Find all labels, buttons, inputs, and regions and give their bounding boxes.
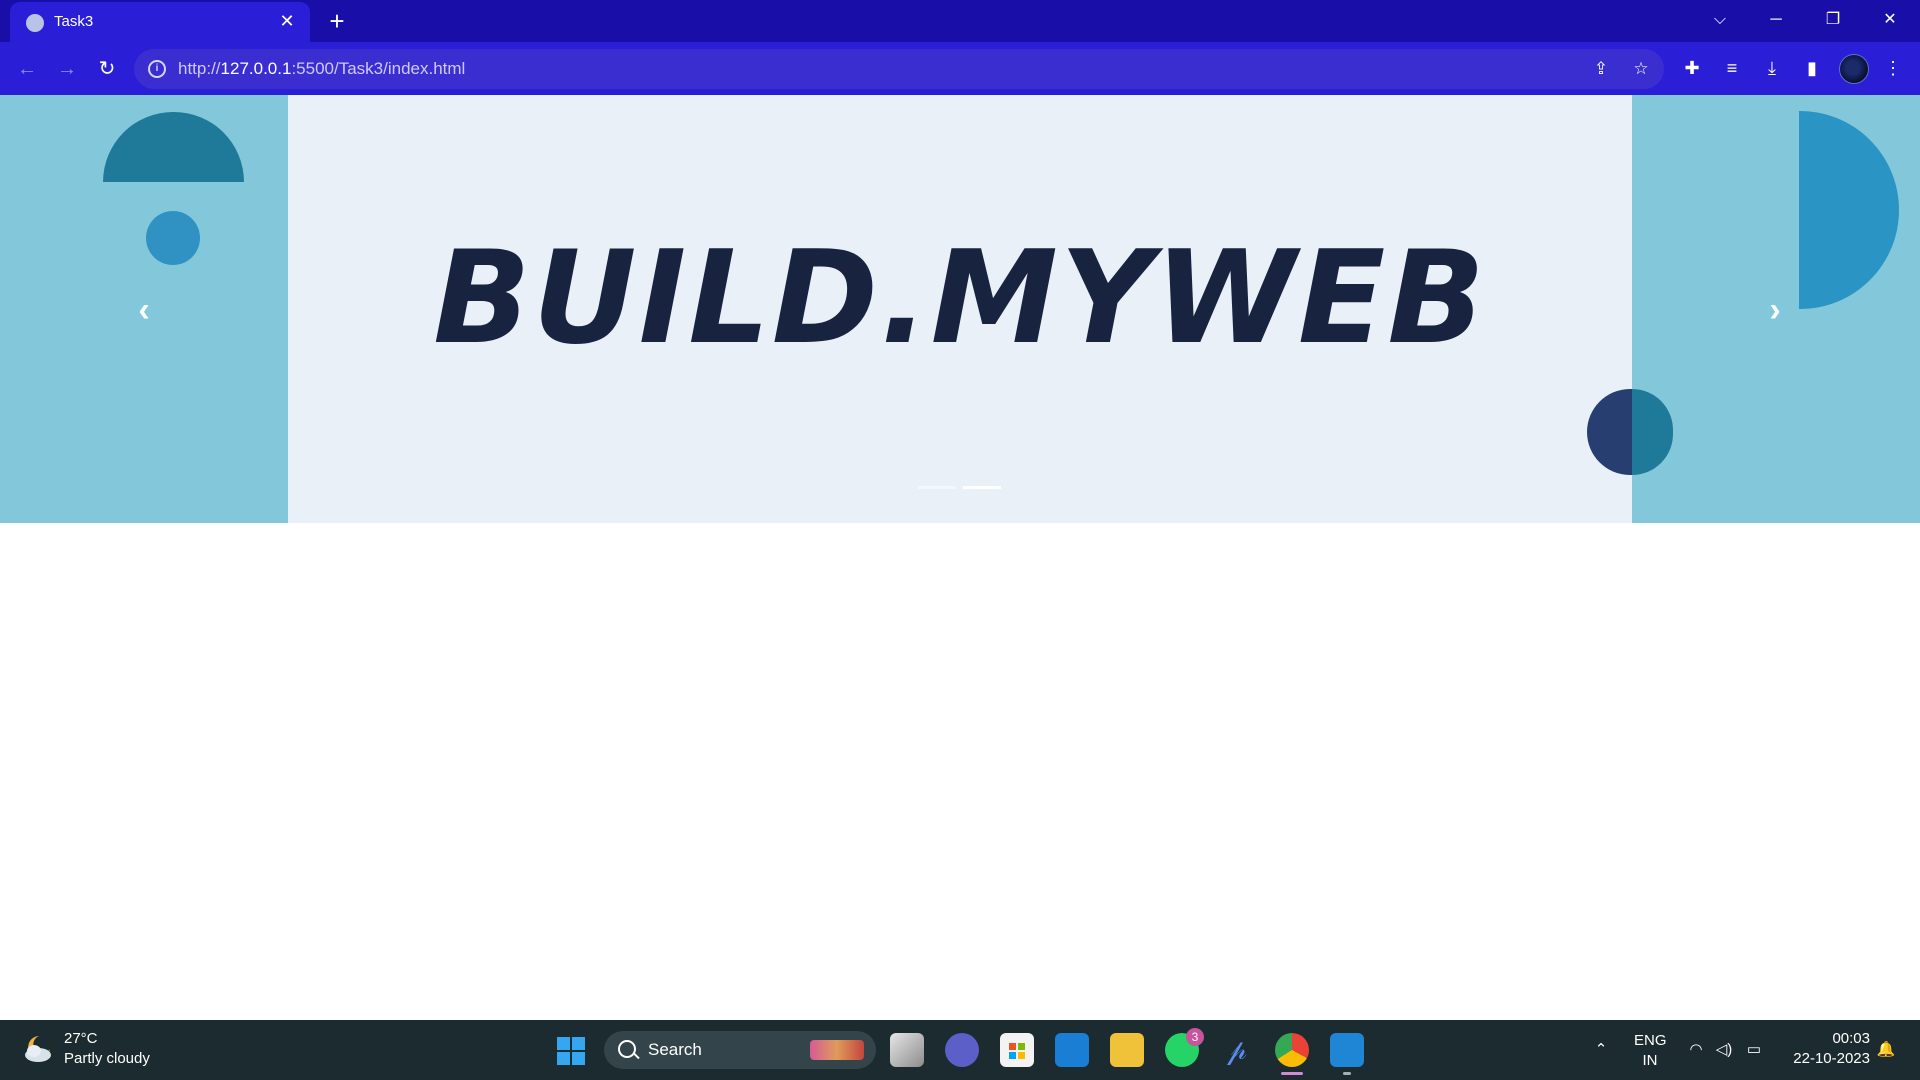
carousel-next-button[interactable]: › (1755, 290, 1795, 330)
partly-cloudy-icon[interactable] (22, 1032, 56, 1066)
new-tab-button[interactable]: + (322, 7, 352, 37)
region-indicator[interactable]: IN (1634, 1052, 1666, 1069)
search-highlight-icon (810, 1040, 864, 1060)
clock-date[interactable]: 22-10-2023 (1780, 1050, 1870, 1067)
browser-toolbar: ← → ↻ i http://127.0.0.1:5500/Task3/inde… (0, 42, 1920, 95)
file-explorer-icon[interactable] (1110, 1033, 1144, 1067)
url-text[interactable]: http://127.0.0.1:5500/Task3/index.html (178, 59, 465, 79)
forward-button[interactable]: → (52, 54, 82, 84)
microsoft-store-icon[interactable] (1000, 1033, 1034, 1067)
restore-button[interactable]: ❐ (1813, 6, 1853, 34)
url-scheme: http:// (178, 59, 221, 78)
bookmark-star-icon[interactable]: ☆ (1630, 58, 1652, 80)
download-icon[interactable]: ⤓ (1759, 55, 1785, 81)
taskbar-search[interactable]: Search (604, 1031, 876, 1069)
decor-half-circle-right (1799, 111, 1899, 309)
windows-start-icon[interactable] (556, 1036, 586, 1066)
carousel-indicator-1[interactable] (918, 486, 956, 489)
close-window-button[interactable]: ✕ (1870, 6, 1910, 34)
url-path: :5500/Task3/index.html (291, 59, 466, 78)
carousel-prev-button[interactable]: ‹ (124, 290, 164, 330)
decor-small-circle (146, 211, 200, 265)
vscode-running-indicator (1343, 1072, 1351, 1075)
search-icon (618, 1040, 636, 1058)
language-indicator[interactable]: ENG (1634, 1032, 1667, 1049)
chrome-icon[interactable] (1275, 1033, 1309, 1067)
teams-chat-icon[interactable] (945, 1033, 979, 1067)
media-control-icon[interactable]: ≡ (1719, 55, 1745, 81)
store-grid-icon (1009, 1043, 1025, 1059)
chrome-running-indicator (1281, 1072, 1303, 1075)
carousel-slide: BUILD.MYWEB (288, 95, 1632, 523)
hero-carousel: BUILD.MYWEB ‹ › (0, 95, 1920, 523)
hero-headline: BUILD.MYWEB (433, 224, 1487, 373)
globe-icon (26, 14, 44, 32)
clock-time[interactable]: 00:03 (1780, 1030, 1870, 1047)
wifi-icon[interactable]: ◠ (1686, 1040, 1706, 1060)
tab-search-icon[interactable]: ⌵ (1700, 6, 1740, 34)
share-icon[interactable]: ⇪ (1590, 58, 1612, 80)
volume-icon[interactable]: ◁) (1714, 1040, 1734, 1060)
chevron-up-icon[interactable]: ⌃ (1591, 1040, 1611, 1060)
task-view-icon[interactable] (890, 1033, 924, 1067)
site-info-icon[interactable]: i (148, 60, 166, 78)
mail-icon[interactable] (1055, 1033, 1089, 1067)
weather-description[interactable]: Partly cloudy (64, 1050, 150, 1067)
extensions-icon[interactable]: ✚ (1679, 55, 1705, 81)
decor-half-circle (103, 112, 244, 182)
weather-temperature[interactable]: 27°C (64, 1030, 98, 1047)
windows-taskbar: 27°C Partly cloudy Search 3 𝓅 ⌃ ENG IN ◠… (0, 1020, 1920, 1080)
address-bar[interactable]: i http://127.0.0.1:5500/Task3/index.html… (134, 49, 1664, 89)
side-panel-icon[interactable]: ▮ (1799, 55, 1825, 81)
browser-tab-task3[interactable]: Task3 ✕ (10, 2, 310, 42)
tab-close-icon[interactable]: ✕ (276, 10, 298, 32)
url-host: 127.0.0.1 (220, 59, 292, 78)
minimize-button[interactable]: ─ (1756, 6, 1796, 34)
search-label: Search (648, 1040, 702, 1059)
notification-bell-icon[interactable]: 🔔 (1876, 1040, 1896, 1060)
reload-button[interactable]: ↻ (92, 54, 122, 84)
tab-title: Task3 (54, 13, 94, 30)
pen-app-icon[interactable]: 𝓅 (1220, 1033, 1254, 1067)
browser-tabstrip: Task3 ✕ + ⌵ ─ ❐ ✕ (0, 0, 1920, 42)
browser-menu-icon[interactable]: ⋮ (1880, 55, 1906, 81)
decor-dark-circle-overlap (1632, 389, 1673, 475)
whatsapp-notification-badge: 3 (1186, 1028, 1204, 1046)
carousel-indicator-2[interactable] (963, 486, 1001, 489)
profile-avatar[interactable] (1839, 54, 1869, 84)
vscode-icon[interactable] (1330, 1033, 1364, 1067)
back-button[interactable]: ← (12, 54, 42, 84)
battery-icon[interactable]: ▭ (1744, 1040, 1764, 1060)
